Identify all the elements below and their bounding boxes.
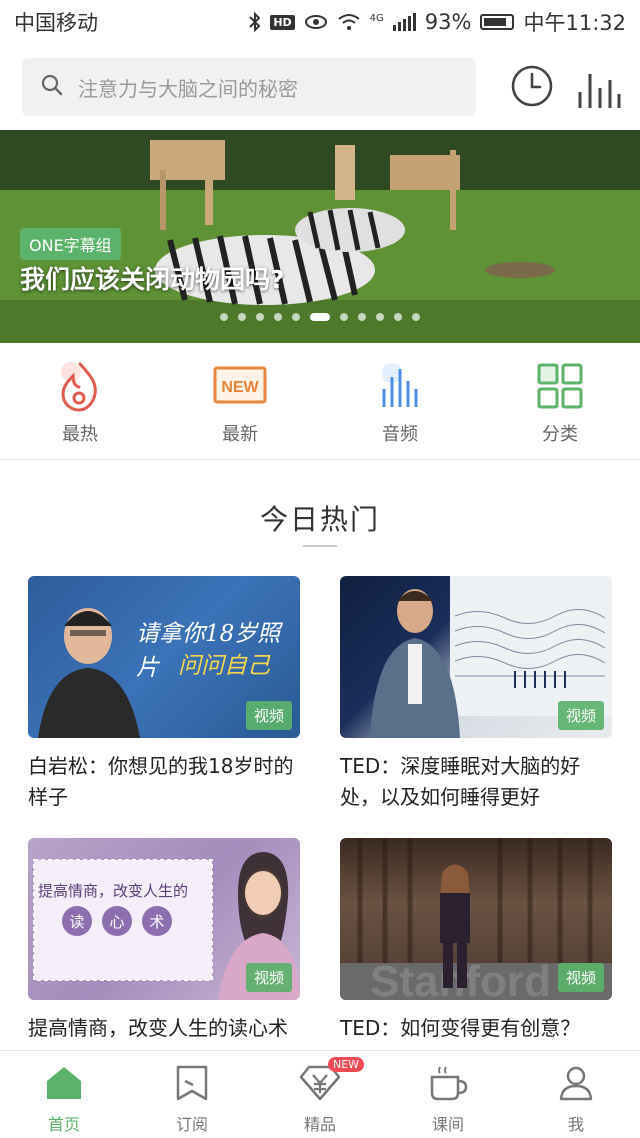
video-badge: 视频 [245,701,292,730]
banner-title: 我们应该关闭动物园吗? [20,265,285,294]
category-label: 分类 [542,424,578,445]
thumb-keyword: 心 [102,906,132,936]
clock-icon [510,65,554,112]
hd-icon: HD [270,14,295,30]
banner-pagination [0,313,640,321]
thumb-keyword: 术 [142,906,172,936]
thumb-keyword: 读 [62,906,92,936]
pagination-dot[interactable] [220,313,228,321]
status-bar: 中国移动 HD 4G 93% 中午11:32 [0,0,640,44]
tab-premium[interactable]: NEW 精品 [256,1051,384,1138]
bluetooth-icon [249,12,261,32]
clock-time: 中午11:32 [523,11,626,35]
content-card[interactable]: 视频 TED：深度睡眠对大脑的好处，以及如何睡得更好 [340,576,612,813]
tab-label: 订阅 [175,1115,208,1134]
battery-icon [480,14,515,30]
video-badge: 视频 [245,963,292,992]
flame-icon [52,358,108,414]
divider [0,459,640,460]
content-card[interactable]: 请拿你18岁照片 问问自己 视频 白岩松：你想见的我18岁时的样子 [28,576,300,813]
pagination-dot[interactable] [394,313,402,321]
search-icon [40,73,64,101]
search-input[interactable]: 注意力与大脑之间的秘密 [22,58,476,116]
thumb-keywords: 读 心 术 [62,906,172,936]
new-icon: NEW [212,358,268,414]
svg-text:NEW: NEW [221,379,259,396]
carrier-label: 中国移动 [14,11,98,35]
tab-label: 课间 [431,1115,464,1134]
pagination-dot[interactable] [292,313,300,321]
banner-tag: ONE字幕组 [20,228,121,260]
card-title: 提高情商，改变人生的读心术 [28,1016,288,1040]
thumb-headline: 提高情商，改变人生的 [38,882,189,900]
wifi-icon [337,13,361,31]
pagination-dot[interactable] [358,313,366,321]
video-badge: 视频 [557,963,604,992]
pagination-dot-active[interactable] [310,313,330,321]
audio-bars-icon [575,74,621,114]
pagination-dot[interactable] [238,313,246,321]
network-type-label: 4G [369,13,384,24]
bookmark-icon [175,1065,209,1105]
audio-player-button[interactable] [575,64,621,110]
bottom-tab-bar: 首页 订阅 NEW 精品 课间 我 [0,1050,640,1138]
pagination-dot[interactable] [274,313,282,321]
home-icon [45,1065,83,1105]
coffee-cup-icon [428,1065,468,1105]
signal-icon [392,13,416,31]
category-label: 音频 [382,424,418,445]
video-badge: 视频 [557,701,604,730]
card-title: TED：如何变得更有创意？ [340,1016,581,1040]
category-label: 最新 [222,424,258,445]
pagination-dot[interactable] [412,313,420,321]
content-card[interactable]: Stanford 视频 TED：如何变得更有创意？ [340,838,612,1044]
category-audio[interactable]: 音频 [320,358,480,458]
user-icon [558,1065,594,1105]
battery-percent: 93% [424,10,472,34]
history-button[interactable] [510,64,554,108]
section-underline [303,545,337,547]
featured-banner[interactable]: ONE字幕组 我们应该关闭动物园吗? [0,130,640,343]
pagination-dot[interactable] [376,313,384,321]
status-icons: HD 4G 93% 中午11:32 [249,7,626,37]
category-new[interactable]: NEW 最新 [160,358,320,458]
tab-label: 精品 [303,1115,336,1134]
content-card[interactable]: 提高情商，改变人生的 读 心 术 视频 提高情商，改变人生的读心术 [28,838,300,1044]
search-placeholder: 注意力与大脑之间的秘密 [78,76,298,101]
card-thumbnail: 请拿你18岁照片 问问自己 视频 [28,576,300,738]
tab-subscribe[interactable]: 订阅 [128,1051,256,1138]
tab-home[interactable]: 首页 [0,1051,128,1138]
search-row: 注意力与大脑之间的秘密 [0,56,640,118]
category-nav: 最热 NEW 最新 音频 分类 [0,358,640,458]
pagination-dot[interactable] [340,313,348,321]
tab-break[interactable]: 课间 [384,1051,512,1138]
card-thumbnail: 视频 [340,576,612,738]
card-thumbnail: 提高情商，改变人生的 读 心 术 视频 [28,838,300,1000]
tab-label: 首页 [47,1115,80,1134]
grid-icon [532,358,588,414]
audio-bars-icon [372,358,428,414]
tab-me[interactable]: 我 [512,1051,640,1138]
card-thumbnail: Stanford 视频 [340,838,612,1000]
tab-label: 我 [567,1115,584,1134]
category-classify[interactable]: 分类 [480,358,640,458]
pagination-dot[interactable] [256,313,264,321]
card-title: TED：深度睡眠对大脑的好处，以及如何睡得更好 [340,754,581,809]
new-badge: NEW [328,1057,365,1072]
card-title: 白岩松：你想见的我18岁时的样子 [28,754,294,809]
eye-icon [304,14,328,30]
category-hot[interactable]: 最热 [0,358,160,458]
section-title: 今日热门 [259,503,380,536]
category-label: 最热 [62,424,98,445]
thumb-subheadline: 问问自己 [178,653,270,679]
